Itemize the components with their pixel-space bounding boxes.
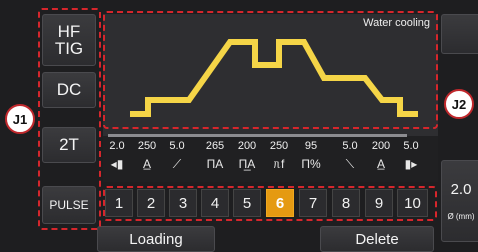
downslope-icon: ⟍ [345,157,355,171]
electrode-diameter-button[interactable]: 2.0 Ø (mm) [441,160,478,242]
diameter-value: 2.0 [450,181,472,198]
rail-separator [108,134,407,137]
start-current-icon: A̲ [142,157,152,171]
param-value-post-gas[interactable]: 5.0 [403,140,418,152]
j1-callout: J1 [5,104,35,134]
j2-numbers-highlight-box [103,186,437,221]
delete-button[interactable]: Delete [320,226,434,252]
right-top-button[interactable] [441,14,478,54]
loading-button[interactable]: Loading [97,226,215,252]
pulse-frequency-icon: ᥰf [273,157,285,171]
peak-current-icon: ПA [206,157,224,171]
post-gas-icon: ▮▸ [404,157,418,171]
param-value-start-current[interactable]: 250 [138,140,156,152]
param-value-upslope[interactable]: 5.0 [169,140,184,152]
j2-callout: J2 [444,89,474,119]
j2-graph-highlight-box [103,11,438,129]
param-value-pre-gas[interactable]: 2.0 [109,140,124,152]
j2-label: J2 [451,96,467,112]
delete-label: Delete [355,230,399,248]
loading-label: Loading [129,230,183,248]
base-current-icon: П̲A [238,157,256,171]
param-value-crater-current[interactable]: 200 [372,140,390,152]
param-value-peak-current[interactable]: 265 [206,140,224,152]
upslope-icon: ⟋ [172,157,182,171]
pre-gas-icon: ◂▮ [110,157,124,171]
param-value-frequency[interactable]: 250 [270,140,288,152]
crater-current-icon: A̲ [376,157,386,171]
j1-highlight-box [38,8,101,230]
param-value-base-current[interactable]: 200 [238,140,256,152]
j1-label: J1 [12,111,28,127]
param-value-duty-cycle[interactable]: 95 [305,140,317,152]
diameter-unit: Ø (mm) [447,212,475,221]
duty-cycle-icon: П% [301,157,321,171]
param-value-downslope[interactable]: 5.0 [342,140,357,152]
